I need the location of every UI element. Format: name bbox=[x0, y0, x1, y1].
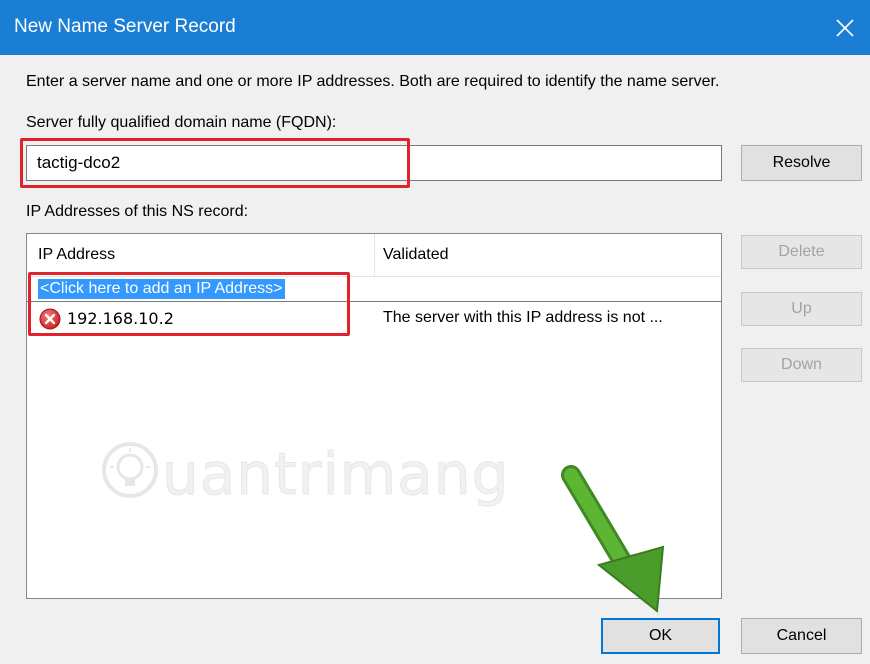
fqdn-input[interactable]: tactig-dco2 bbox=[26, 145, 722, 181]
add-ip-address-row[interactable]: <Click here to add an IP Address> bbox=[27, 277, 721, 302]
resolve-button[interactable]: Resolve bbox=[741, 145, 862, 181]
instructions-text: Enter a server name and one or more IP a… bbox=[26, 73, 720, 90]
fqdn-label: Server fully qualified domain name (FQDN… bbox=[26, 114, 337, 131]
add-ip-address-entry[interactable]: <Click here to add an IP Address> bbox=[38, 279, 285, 299]
up-button[interactable]: Up bbox=[741, 292, 862, 326]
ip-address-value: 192.168.10.2 bbox=[67, 309, 174, 328]
cancel-button[interactable]: Cancel bbox=[741, 618, 862, 654]
window-title: New Name Server Record bbox=[14, 16, 236, 37]
column-header-validated[interactable]: Validated bbox=[383, 234, 449, 276]
close-button[interactable] bbox=[820, 0, 870, 55]
title-bar: New Name Server Record bbox=[0, 0, 870, 55]
column-divider[interactable] bbox=[374, 234, 375, 276]
ok-button[interactable]: OK bbox=[601, 618, 720, 654]
name-server-record-dialog: New Name Server Record Enter a server na… bbox=[0, 0, 870, 664]
ip-addresses-label: IP Addresses of this NS record: bbox=[26, 203, 249, 220]
close-icon bbox=[836, 18, 854, 37]
error-icon bbox=[39, 308, 61, 330]
down-button[interactable]: Down bbox=[741, 348, 862, 382]
ip-address-list[interactable]: IP Address Validated <Click here to add … bbox=[26, 233, 722, 599]
list-header: IP Address Validated bbox=[27, 234, 721, 277]
list-item[interactable]: 192.168.10.2 The server with this IP add… bbox=[27, 306, 721, 334]
delete-button[interactable]: Delete bbox=[741, 235, 862, 269]
validation-status: The server with this IP address is not .… bbox=[383, 309, 663, 326]
column-header-ip-address[interactable]: IP Address bbox=[38, 234, 115, 276]
